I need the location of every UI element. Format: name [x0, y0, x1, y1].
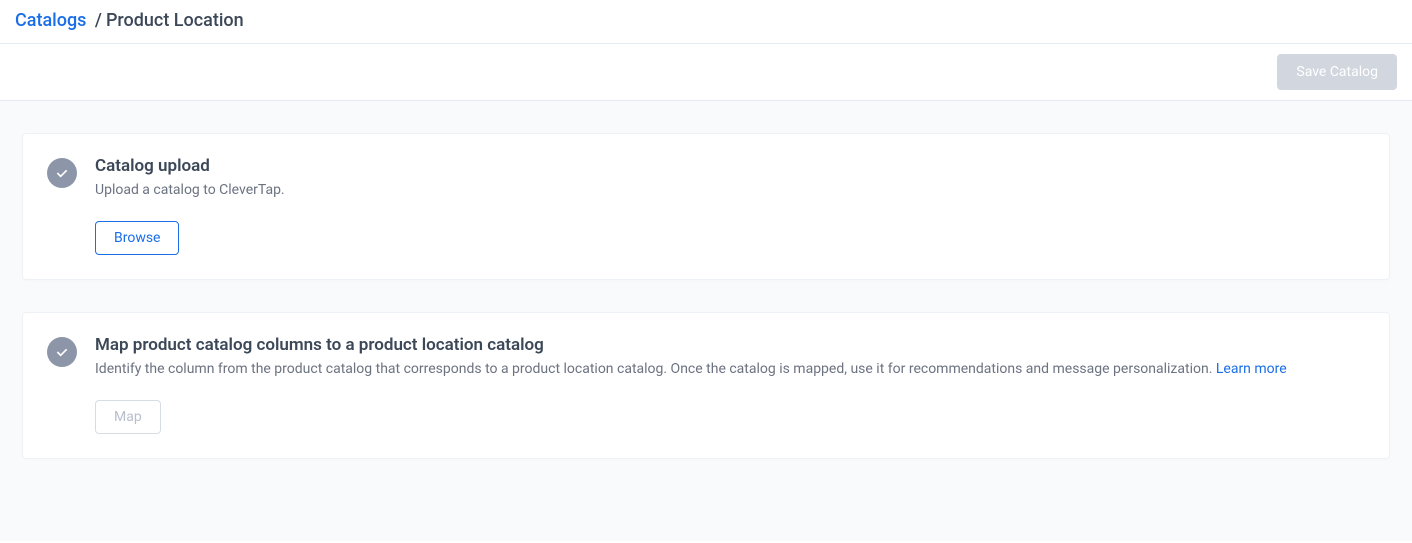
map-button[interactable]: Map — [95, 400, 161, 434]
map-columns-desc: Identify the column from the product cat… — [95, 359, 1365, 380]
card-texts: Map product catalog columns to a product… — [95, 335, 1365, 380]
catalog-upload-title: Catalog upload — [95, 156, 1365, 176]
check-icon — [47, 337, 77, 367]
breadcrumb-bar: Catalogs /Product Location — [0, 0, 1412, 44]
breadcrumb-current: Product Location — [106, 10, 244, 31]
card-actions: Browse — [95, 221, 1365, 255]
card-texts: Catalog upload Upload a catalog to Cleve… — [95, 156, 1365, 201]
catalog-upload-desc: Upload a catalog to CleverTap. — [95, 180, 1365, 201]
map-columns-title: Map product catalog columns to a product… — [95, 335, 1365, 355]
breadcrumb-separator: / — [95, 10, 102, 31]
map-columns-card: Map product catalog columns to a product… — [22, 312, 1390, 459]
browse-button[interactable]: Browse — [95, 221, 179, 255]
catalog-upload-card: Catalog upload Upload a catalog to Cleve… — [22, 133, 1390, 280]
learn-more-link[interactable]: Learn more — [1216, 361, 1287, 377]
toolbar: Save Catalog — [0, 44, 1412, 101]
breadcrumb: Catalogs /Product Location — [15, 10, 1397, 31]
map-columns-desc-text: Identify the column from the product cat… — [95, 361, 1216, 377]
save-catalog-button[interactable]: Save Catalog — [1277, 54, 1397, 90]
card-actions: Map — [95, 400, 1365, 434]
breadcrumb-root-link[interactable]: Catalogs — [15, 10, 86, 31]
card-header: Catalog upload Upload a catalog to Cleve… — [47, 156, 1365, 201]
content-area: Catalog upload Upload a catalog to Cleve… — [0, 101, 1412, 541]
check-icon — [47, 158, 77, 188]
card-header: Map product catalog columns to a product… — [47, 335, 1365, 380]
